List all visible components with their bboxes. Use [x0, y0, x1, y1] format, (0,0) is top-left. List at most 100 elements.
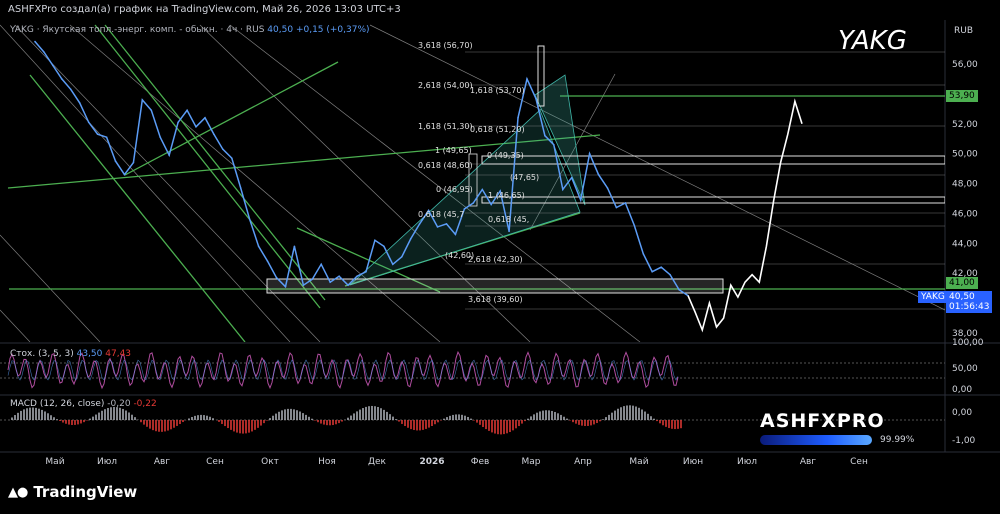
time-axis-label: Дек: [368, 457, 387, 467]
price-point: [338, 275, 340, 278]
price-point: [43, 51, 45, 53]
macd-bar: [230, 420, 232, 430]
time-axis-label: Май: [629, 457, 648, 467]
macd-bar: [662, 420, 664, 426]
price-axis-label: 50,00: [952, 150, 978, 160]
price-point: [678, 288, 680, 291]
stoch-axis-0: 0,00: [952, 385, 973, 395]
macd-bar: [455, 414, 457, 420]
macd-bar: [365, 406, 367, 420]
macd-bar: [26, 408, 28, 420]
macd-bar: [371, 405, 373, 420]
time-axis-label: 2026: [419, 457, 444, 467]
time-axis-label: Сен: [850, 457, 868, 467]
tag-current-symbol: YAKG: [918, 291, 948, 303]
macd-bar: [464, 415, 466, 420]
price-point: [624, 202, 627, 204]
macd-bar: [62, 420, 64, 423]
macd-bar: [107, 408, 109, 420]
macd-bar: [641, 409, 643, 420]
macd-bar: [83, 420, 85, 423]
time-axis-label: Окт: [261, 457, 279, 467]
stoch-axis-100: 100,00: [952, 338, 984, 348]
price-point: [213, 133, 215, 136]
macd-bar: [194, 415, 196, 420]
macd-bar: [536, 412, 538, 420]
macd-bar: [296, 410, 298, 420]
macd-bar: [323, 420, 325, 425]
macd-bar: [44, 411, 46, 420]
price-point: [61, 78, 63, 80]
price-point: [561, 188, 564, 191]
macd-bar: [413, 420, 415, 431]
fib-label: 0,618 (51,20): [470, 125, 525, 134]
macd-bar: [656, 420, 658, 422]
macd-bar: [395, 419, 397, 420]
macd-bar: [374, 406, 376, 420]
price-point: [400, 255, 403, 258]
macd-bar: [410, 420, 412, 430]
macd-bar: [170, 420, 172, 430]
macd-bar: [533, 414, 535, 420]
macd-bar: [212, 418, 214, 420]
symbol-legend[interactable]: YAKG · Якутская топл.-энерг. комп. - обы…: [10, 25, 370, 35]
macd-bar: [572, 420, 574, 423]
macd-bar: [56, 419, 58, 420]
macd-bar: [50, 415, 52, 420]
macd-bar: [500, 420, 502, 435]
macd-bar: [224, 420, 226, 427]
macd-bar: [206, 415, 208, 420]
price-point: [257, 245, 260, 248]
price-axis-label: 52,00: [952, 120, 978, 130]
support-zone-box[interactable]: [266, 278, 724, 294]
stoch-k: 43,50: [76, 349, 103, 359]
macd-bar: [14, 415, 16, 420]
currency-label[interactable]: RUB: [954, 26, 973, 36]
macd-bar: [104, 409, 106, 420]
macd-bar: [494, 420, 496, 434]
price-point: [436, 226, 439, 228]
macd-bar: [614, 410, 616, 420]
tradingview-logo-icon: ▲●: [8, 484, 28, 500]
macd-bar: [431, 420, 433, 427]
price-point: [445, 223, 448, 225]
macd-bar: [29, 407, 31, 420]
tradingview-footer[interactable]: ▲● TradingView: [8, 483, 137, 501]
price-point: [356, 275, 358, 278]
macd-bar: [590, 420, 592, 426]
macd-bar: [164, 420, 166, 432]
macd-bar: [653, 418, 655, 420]
macd-bar: [125, 410, 127, 420]
macd-bar: [461, 414, 463, 420]
time-axis-label: Авг: [800, 457, 816, 467]
macd-bar: [311, 418, 313, 420]
macd-v1: -0,20: [107, 399, 131, 409]
tradingview-logo-text: TradingView: [33, 483, 138, 501]
macd-bar: [473, 420, 475, 421]
symbol-title: YAKG · Якутская топл.-энерг. комп. - обы…: [10, 25, 265, 35]
stoch-legend[interactable]: Стох. (3, 5, 3) 43,50 47,43: [10, 349, 131, 359]
macd-bar: [68, 420, 70, 425]
watermark-brand: ASHFXPRO: [760, 410, 885, 432]
price-point: [606, 187, 609, 189]
macd-bar: [527, 418, 529, 420]
price-point: [87, 121, 90, 124]
price-point: [34, 40, 36, 43]
macd-bar: [251, 420, 253, 432]
current-price: 40,50: [949, 292, 975, 302]
macd-bar: [407, 420, 409, 428]
macd-bar: [92, 416, 94, 420]
macd-bar: [587, 420, 589, 426]
macd-bar: [674, 420, 676, 430]
fib-label: 1 (49,65): [435, 146, 472, 155]
price-point: [248, 218, 251, 221]
macd-bar: [197, 415, 199, 420]
time-axis-label: Мар: [522, 457, 541, 467]
macd-bar: [506, 420, 508, 434]
macd-bar: [173, 420, 175, 428]
macd-bar: [353, 413, 355, 420]
macd-bar: [446, 417, 448, 420]
macd-bar: [308, 416, 310, 420]
macd-legend[interactable]: MACD (12, 26, close) -0,20 -0,22: [10, 399, 157, 409]
price-point: [150, 109, 153, 112]
